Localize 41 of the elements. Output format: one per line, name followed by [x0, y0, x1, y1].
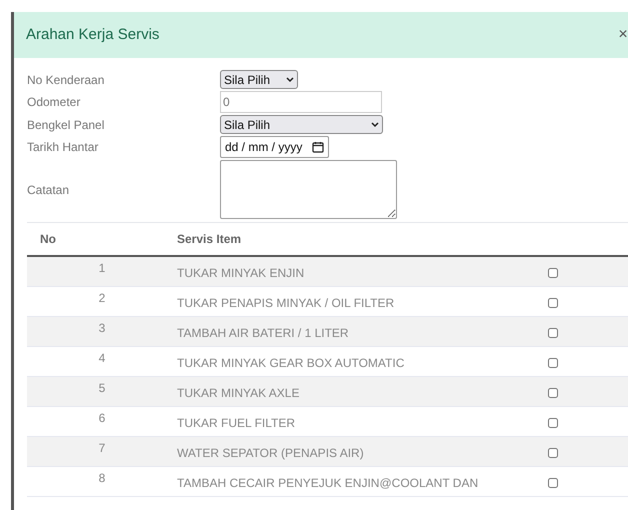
checkbox[interactable] — [548, 448, 558, 458]
service-item-text: TUKAR FUEL FILTER — [177, 416, 296, 430]
row-number: 4 — [98, 350, 106, 364]
checkbox[interactable] — [548, 388, 558, 398]
row-number: 3 — [98, 320, 106, 334]
checkbox[interactable] — [548, 358, 558, 368]
row-number: 8 — [98, 470, 106, 484]
column-header: No — [27, 223, 177, 256]
row-number: 1 — [98, 261, 106, 275]
field-label: Bengkel Panel — [27, 116, 106, 134]
field-label: Tarikh Hantar — [27, 139, 100, 156]
service-item-text: TUKAR MINYAK AXLE — [177, 386, 300, 400]
service-item-text: TUKAR MINYAK ENJIN — [177, 266, 304, 280]
checkbox[interactable] — [548, 298, 558, 308]
field-label: No Kenderaan — [27, 72, 106, 88]
service-item-text: TUKAR MINYAK GEAR BOX AUTOMATIC — [177, 356, 404, 370]
chevron-down-icon — [371, 122, 379, 128]
checkbox[interactable] — [548, 328, 558, 338]
calendar-icon — [312, 141, 324, 153]
field-label: Odometer — [27, 94, 82, 111]
notes-textarea[interactable] — [220, 160, 397, 219]
row-number: 6 — [98, 410, 106, 424]
close-button[interactable]: × — [618, 23, 628, 47]
service-item-text: TAMBAH AIR BATERI / 1 LITER — [177, 326, 349, 340]
select-dropdown[interactable]: Sila Pilih — [220, 70, 298, 89]
checkbox[interactable] — [548, 418, 558, 428]
checkbox[interactable] — [548, 478, 558, 488]
service-item-text: TAMBAH CECAIR PENYEJUK ENJIN@COOLANT DAN — [177, 476, 478, 490]
row-number: 7 — [98, 440, 106, 454]
checkbox[interactable] — [548, 268, 558, 278]
chevron-down-icon — [286, 76, 294, 82]
row-number: 5 — [98, 380, 106, 394]
date-field[interactable]: dd / mm / yyyy — [220, 136, 329, 158]
field-label: Catatan — [27, 182, 70, 198]
column-header: Servis Item — [177, 223, 548, 256]
service-item-text: TUKAR PENAPIS MINYAK / OIL FILTER — [177, 296, 394, 310]
service-item-text: WATER SEPATOR (PENAPIS AIR) — [177, 446, 364, 460]
select-dropdown[interactable]: Sila Pilih — [220, 115, 383, 134]
input-field[interactable]: 0 — [220, 91, 382, 113]
row-number: 2 — [98, 290, 106, 304]
dialog-title: Arahan Kerja Servis — [26, 24, 160, 45]
